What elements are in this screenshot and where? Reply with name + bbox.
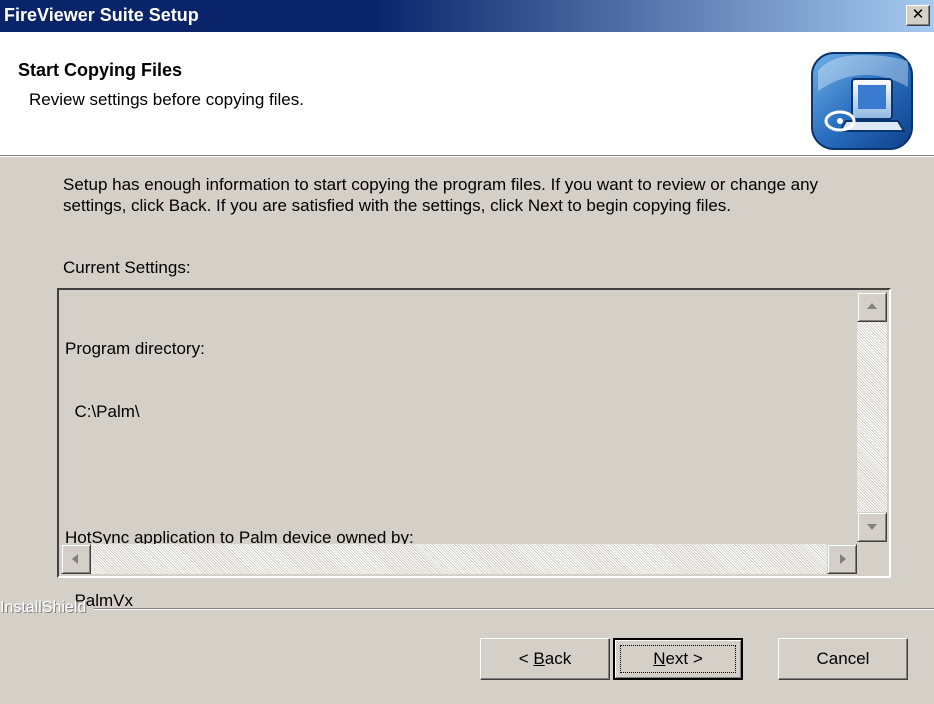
window-title: FireViewer Suite Setup — [4, 5, 199, 25]
current-settings-box[interactable]: Program directory: C:\Palm\ HotSync appl… — [57, 288, 891, 610]
scroll-down-button[interactable] — [857, 512, 887, 542]
wizard-header: Start Copying Files Review settings befo… — [0, 32, 934, 155]
footer-divider-highlight — [94, 609, 934, 610]
arrow-up-icon — [867, 303, 877, 309]
back-button[interactable]: < Back — [480, 638, 610, 680]
settings-line — [65, 464, 414, 485]
arrow-left-icon — [72, 554, 78, 564]
setup-computer-icon — [811, 52, 913, 150]
back-button-mnemonic: B — [533, 649, 545, 668]
intro-text: Setup has enough information to start co… — [63, 175, 819, 215]
scroll-up-button[interactable] — [857, 292, 887, 322]
title-bar[interactable]: FireViewer Suite Setup ✕ — [0, 0, 934, 32]
settings-line: Program directory: — [65, 339, 205, 358]
setup-dialog: FireViewer Suite Setup ✕ Start Copying F… — [0, 0, 934, 704]
arrow-right-icon — [840, 554, 846, 564]
scrollbar-corner — [857, 544, 887, 574]
page-subtitle: Review settings before copying files. — [29, 90, 304, 109]
page-title: Start Copying Files — [18, 60, 183, 80]
cancel-button[interactable]: Cancel — [778, 638, 908, 680]
horizontal-scrollbar[interactable] — [61, 544, 857, 574]
vertical-scrollbar[interactable] — [857, 292, 887, 542]
arrow-down-icon — [867, 524, 877, 530]
back-button-label: ack — [544, 649, 572, 668]
close-icon: ✕ — [911, 6, 925, 23]
header-divider-highlight — [0, 156, 934, 157]
focus-ring — [620, 645, 736, 673]
current-settings-label: Current Settings: — [63, 258, 191, 277]
settings-text: Program directory: C:\Palm\ HotSync appl… — [65, 296, 414, 653]
close-button[interactable]: ✕ — [906, 5, 930, 26]
scroll-right-button[interactable] — [827, 544, 857, 574]
cancel-button-label: Cancel — [816, 649, 870, 668]
scroll-left-button[interactable] — [61, 544, 91, 574]
next-button[interactable]: Next > — [613, 638, 743, 680]
back-button-prefix: < — [518, 649, 534, 668]
installshield-brand: InstallShield — [0, 599, 87, 616]
settings-line: C:\Palm\ — [65, 402, 140, 421]
